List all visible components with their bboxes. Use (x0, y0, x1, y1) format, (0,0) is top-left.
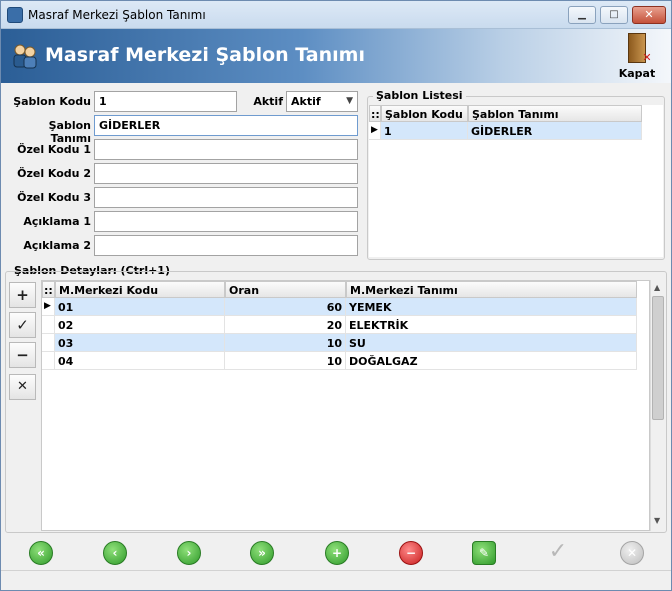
col-mmerkezi-kodu[interactable]: M.Merkezi Kodu (55, 281, 225, 298)
detaylar-grid[interactable]: :: M.Merkezi Kodu Oran M.Merkezi Tanımı … (41, 280, 650, 531)
aciklama-1-label: Açıklama 1 (23, 215, 91, 228)
sablon-listesi-grid[interactable]: :: Şablon Kodu Şablon Tanımı ▶ 1 GİDERLE… (369, 105, 663, 257)
row-indicator (42, 352, 55, 370)
ozel-kodu-3-label: Özel Kodu 3 (17, 191, 91, 204)
sablon-listesi-title: Şablon Listesi (373, 89, 466, 102)
window-title: Masraf Merkezi Şablon Tanımı (28, 8, 206, 22)
title-bar[interactable]: Masraf Merkezi Şablon Tanımı ▁ □ ✕ (1, 1, 671, 29)
table-row-oran[interactable]: 60 (225, 298, 346, 316)
users-icon (13, 44, 37, 69)
col-oran[interactable]: Oran (225, 281, 346, 298)
row-indicator-icon: ▶ (369, 122, 381, 140)
next-record-button[interactable]: › (177, 541, 201, 565)
scroll-down-icon[interactable]: ▼ (654, 516, 660, 525)
row-indicator (42, 334, 55, 352)
cancel-record-button[interactable]: ✕ (620, 541, 644, 565)
page-title: Masraf Merkezi Şablon Tanımı (45, 44, 365, 66)
table-row-tanim[interactable]: ELEKTRİK (346, 316, 637, 334)
remove-row-button[interactable]: − (9, 342, 36, 368)
table-row-kod[interactable]: 03 (55, 334, 225, 352)
app-icon (7, 7, 23, 23)
col-sablon-tanimi[interactable]: Şablon Tanımı (468, 105, 642, 122)
aciklama-1-input[interactable] (94, 211, 358, 232)
minimize-button[interactable]: ▁ (568, 6, 596, 24)
aktif-value: Aktif (291, 95, 321, 108)
list-item-kod[interactable]: 1 (381, 122, 468, 140)
main-window: Masraf Merkezi Şablon Tanımı ▁ □ ✕ Masra… (0, 0, 672, 591)
aciklama-2-input[interactable] (94, 235, 358, 256)
kapat-label: Kapat (618, 67, 656, 80)
save-record-button[interactable]: ✓ (546, 541, 570, 565)
sablon-kodu-label: Şablon Kodu (13, 95, 91, 108)
grid-corner: :: (369, 105, 381, 122)
grid-corner: :: (42, 281, 55, 298)
edit-record-button[interactable]: ✎ (472, 541, 496, 565)
maximize-button[interactable]: □ (600, 6, 628, 24)
sablon-tanimi-label: Şablon Tanımı (48, 119, 91, 145)
close-mark-icon: ✕ (642, 51, 652, 64)
sablon-tanimi-input[interactable]: GİDERLER (94, 115, 358, 136)
chevron-down-icon: ▼ (346, 96, 353, 106)
add-record-button[interactable]: + (325, 541, 349, 565)
confirm-row-button[interactable]: ✓ (9, 312, 36, 338)
last-record-button[interactable]: » (250, 541, 274, 565)
close-window-button[interactable]: ✕ (632, 6, 666, 24)
cancel-row-button[interactable]: ✕ (9, 374, 36, 400)
table-row-kod[interactable]: 02 (55, 316, 225, 334)
row-indicator-icon: ▶ (42, 298, 55, 316)
table-row-kod[interactable]: 01 (55, 298, 225, 316)
detaylar-scrollbar[interactable]: ▲ ▼ (650, 280, 665, 531)
header-banner: Masraf Merkezi Şablon Tanımı ✕ Kapat (1, 29, 671, 83)
status-bar (1, 570, 671, 590)
ozel-kodu-2-input[interactable] (94, 163, 358, 184)
first-record-button[interactable]: « (29, 541, 53, 565)
aciklama-2-label: Açıklama 2 (23, 239, 91, 252)
list-item-tanim[interactable]: GİDERLER (468, 122, 642, 140)
table-row-tanim[interactable]: YEMEK (346, 298, 637, 316)
table-row-tanim[interactable]: SU (346, 334, 637, 352)
scroll-thumb[interactable] (652, 296, 664, 420)
aktif-select[interactable]: Aktif ▼ (286, 91, 358, 112)
table-row-oran[interactable]: 10 (225, 352, 346, 370)
sablon-kodu-input[interactable]: 1 (94, 91, 237, 112)
table-row-tanim[interactable]: DOĞALGAZ (346, 352, 637, 370)
table-row-oran[interactable]: 20 (225, 316, 346, 334)
ozel-kodu-1-input[interactable] (94, 139, 358, 160)
ozel-kodu-1-label: Özel Kodu 1 (17, 143, 91, 156)
ozel-kodu-2-label: Özel Kodu 2 (17, 167, 91, 180)
scroll-up-icon[interactable]: ▲ (654, 283, 660, 292)
table-row-oran[interactable]: 10 (225, 334, 346, 352)
row-indicator (42, 316, 55, 334)
previous-record-button[interactable]: ‹ (103, 541, 127, 565)
aktif-label: Aktif (253, 95, 283, 108)
col-mmerkezi-tanimi[interactable]: M.Merkezi Tanımı (346, 281, 637, 298)
ozel-kodu-3-input[interactable] (94, 187, 358, 208)
delete-record-button[interactable]: − (399, 541, 423, 565)
table-row-kod[interactable]: 04 (55, 352, 225, 370)
kapat-button[interactable]: ✕ Kapat (616, 31, 658, 81)
add-row-button[interactable]: + (9, 282, 36, 308)
col-sablon-kodu[interactable]: Şablon Kodu (381, 105, 468, 122)
